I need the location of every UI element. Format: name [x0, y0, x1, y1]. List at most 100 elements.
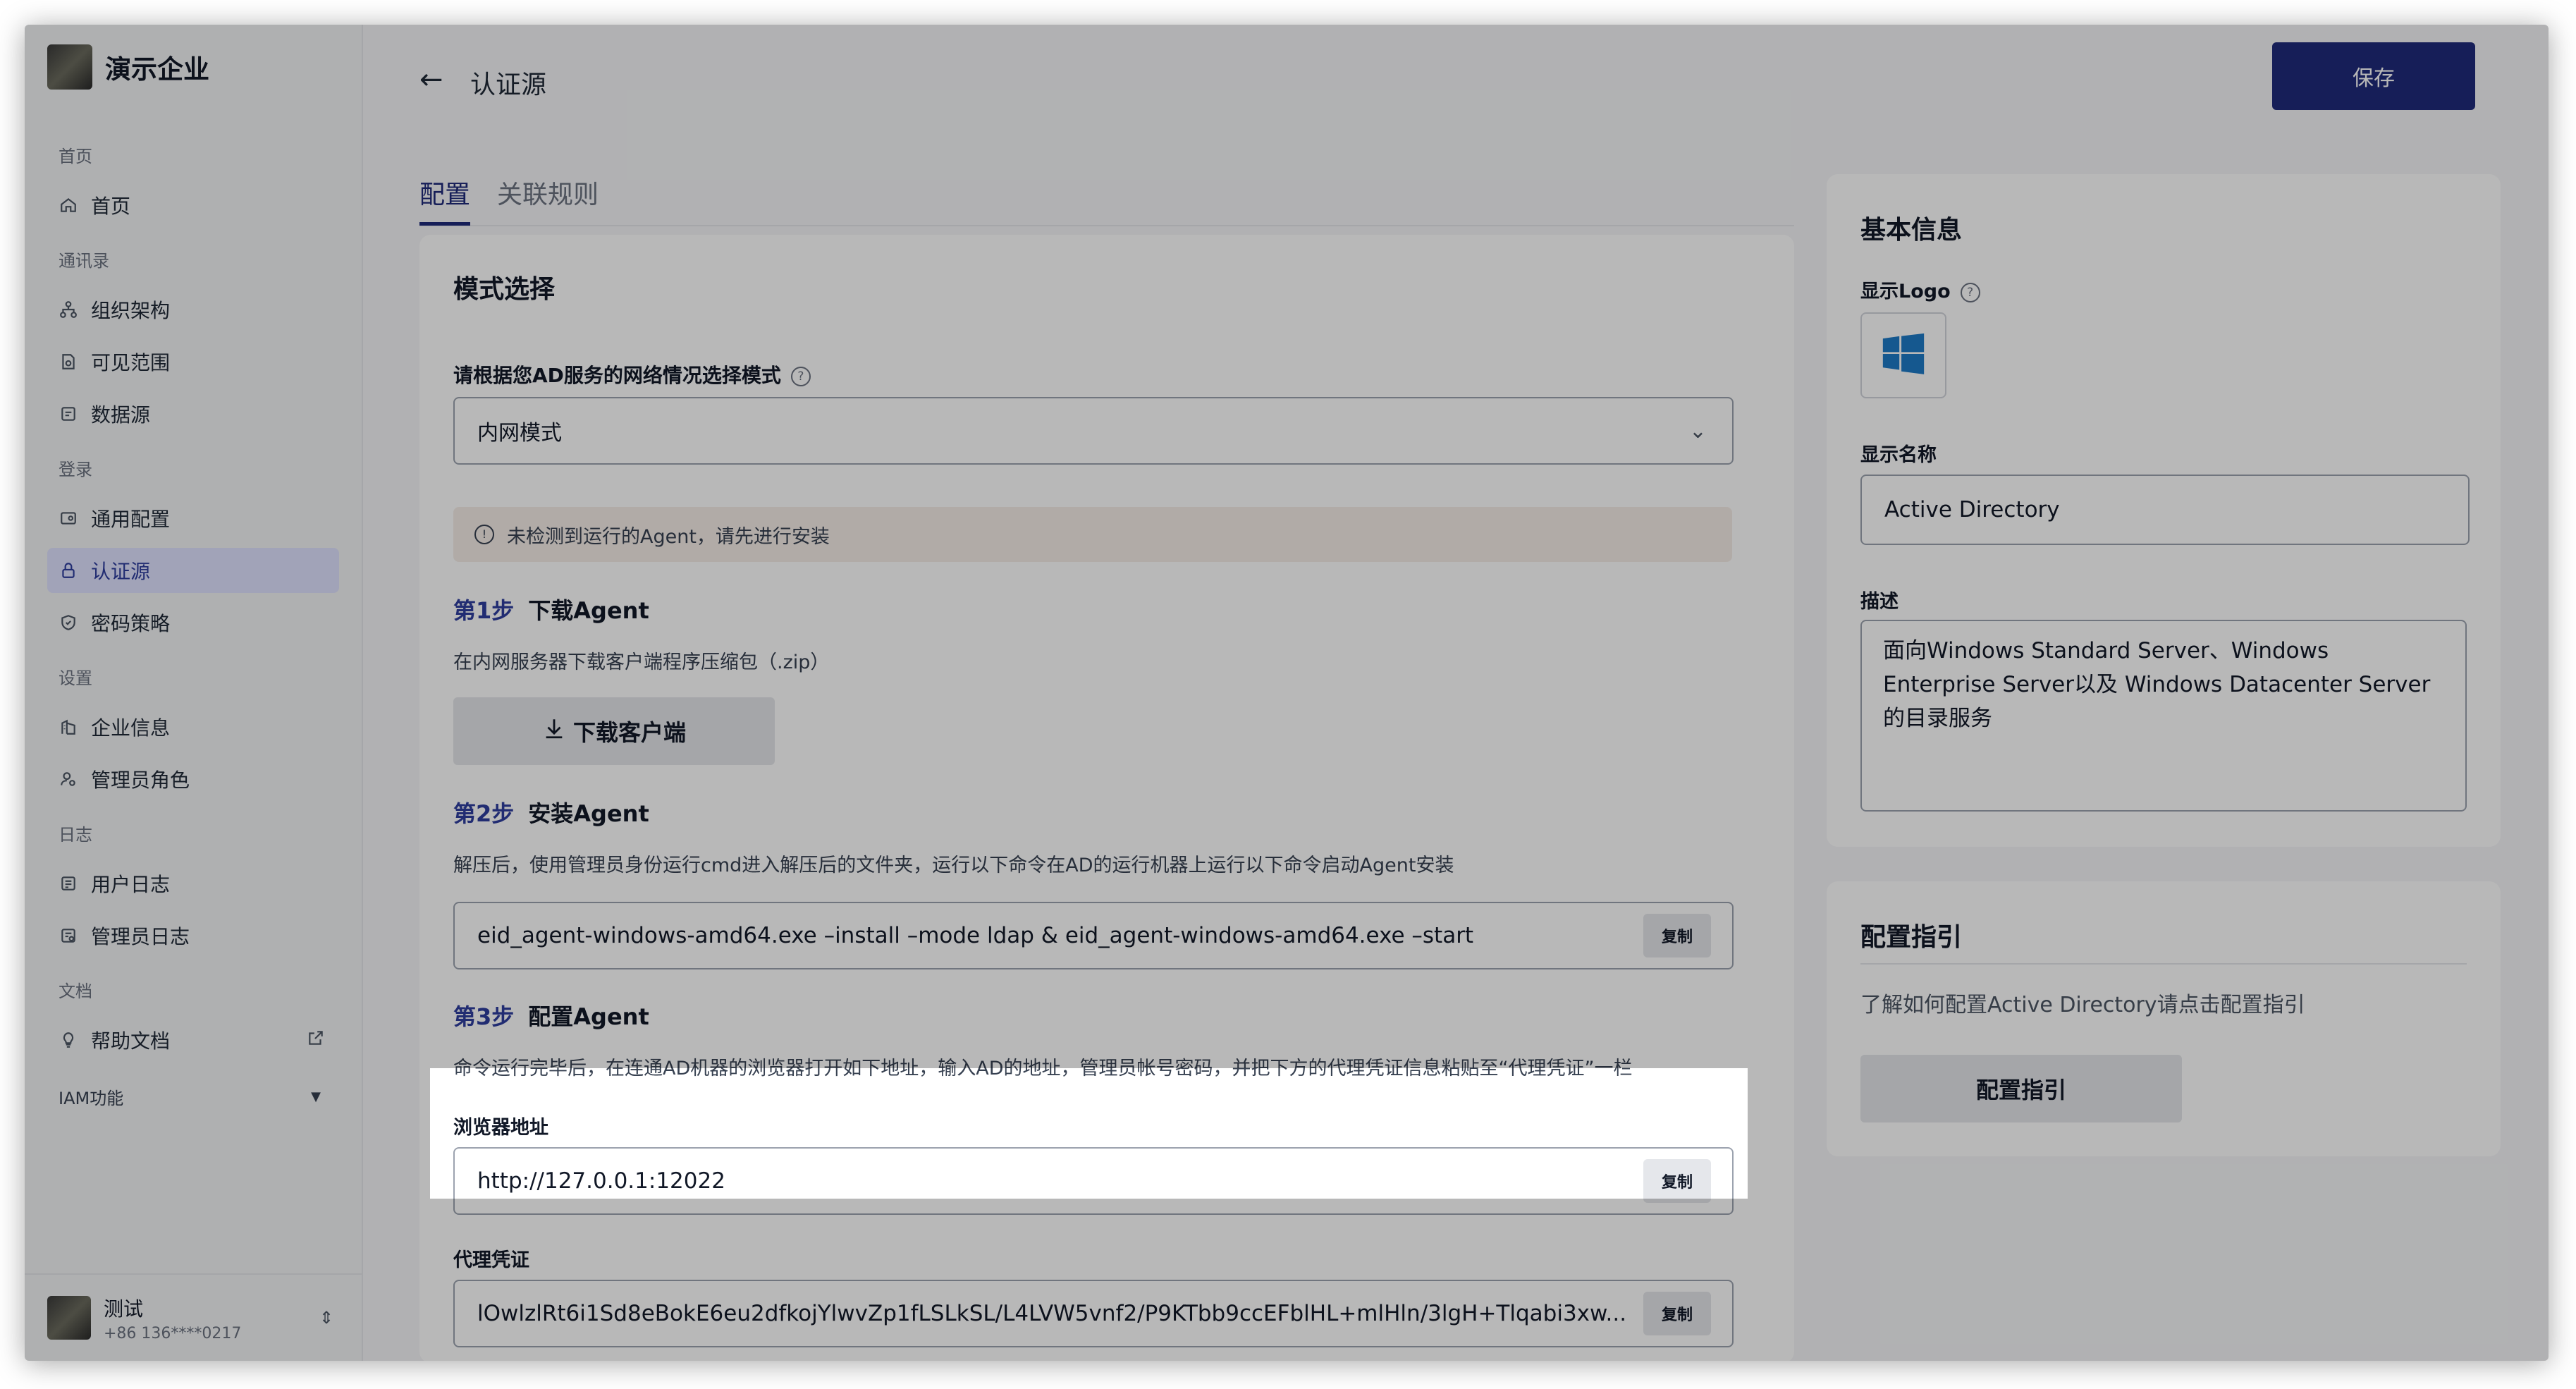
nav-group-title: 日志 — [59, 825, 92, 845]
bulb-icon — [59, 1030, 78, 1050]
sidebar-item-user-log[interactable]: 用户日志 — [47, 861, 339, 906]
active-tab-indicator — [419, 222, 470, 226]
display-name-label: 显示名称 — [1860, 444, 1937, 466]
step2-number: 第2步 — [453, 800, 515, 827]
sidebar-item-label: 组织架构 — [91, 299, 171, 322]
windows-logo-icon — [1879, 329, 1928, 381]
mode-section-title: 模式选择 — [453, 275, 556, 304]
sidebar-item-label: 用户日志 — [91, 873, 171, 896]
admin-log-icon — [59, 926, 78, 946]
logo-label: 显示Logo? — [1860, 276, 1980, 303]
sidebar-item-home[interactable]: 首页 — [47, 183, 339, 228]
browser-address-field: http://127.0.0.1:12022 复制 — [453, 1147, 1734, 1215]
logo-upload[interactable] — [1860, 312, 1946, 398]
sidebar-nav: 首页 首页 通讯录 组织架构 可见范围 数据源 登录 通用配置 认证源 密码策略… — [47, 130, 339, 1119]
nav-group-title: 首页 — [59, 147, 92, 166]
sidebar-item-visibility[interactable]: 可见范围 — [47, 339, 339, 384]
step1-number: 第1步 — [453, 597, 515, 624]
download-client-button[interactable]: 下载客户端 — [453, 697, 775, 765]
step3-number: 第3步 — [453, 1003, 515, 1030]
proxy-credential-value: lOwlzlRt6i1Sd8eBokE6eu2dfkojYlwvZp1fLSLk… — [477, 1301, 1627, 1326]
brand-logo — [47, 44, 92, 90]
display-name-input[interactable]: Active Directory — [1860, 475, 2470, 545]
sidebar-item-label: 首页 — [91, 195, 131, 218]
nav-group-title: 设置 — [59, 668, 92, 688]
sidebar: 演示企业 首页 首页 通讯录 组织架构 可见范围 数据源 登录 通用配置 认证源… — [25, 25, 363, 1361]
proxy-credential-field: lOwlzlRt6i1Sd8eBokE6eu2dfkojYlwvZp1fLSLk… — [453, 1280, 1734, 1347]
sidebar-item-label: 认证源 — [91, 560, 151, 583]
description-label: 描述 — [1860, 591, 1899, 613]
user-profile[interactable]: 测试 +86 136****0217 ⇕ — [25, 1273, 362, 1361]
sidebar-item-label: 数据源 — [91, 403, 151, 427]
browser-address-value: http://127.0.0.1:12022 — [477, 1168, 725, 1194]
mode-label-text: 请根据您AD服务的网络情况选择模式 — [453, 364, 781, 387]
guide-title: 配置指引 — [1860, 923, 1963, 952]
avatar — [47, 1296, 91, 1340]
sidebar-item-org[interactable]: 组织架构 — [47, 287, 339, 332]
iam-label: IAM功能 — [59, 1088, 124, 1108]
sidebar-item-password-policy[interactable]: 密码策略 — [47, 600, 339, 645]
tab-config[interactable]: 配置 — [419, 174, 470, 211]
sidebar-item-label: 通用配置 — [91, 508, 171, 531]
shield-icon — [59, 613, 78, 632]
step3-title-text: 配置Agent — [528, 1003, 649, 1030]
sidebar-item-label: 管理员日志 — [91, 925, 190, 948]
browser-address-label: 浏览器地址 — [453, 1117, 548, 1139]
back-arrow-icon[interactable]: ← — [419, 63, 443, 96]
agent-alert: ! 未检测到运行的Agent，请先进行安装 — [453, 507, 1732, 562]
description-textarea[interactable]: 面向Windows Standard Server、Windows Enterp… — [1860, 620, 2467, 812]
lock-icon — [59, 561, 78, 580]
info-icon: ! — [474, 525, 494, 544]
basic-info-card: 基本信息 显示Logo? 显示名称 Active Directory 描述 面向… — [1827, 174, 2501, 847]
brand-name: 演示企业 — [105, 54, 209, 85]
sidebar-item-admin-log[interactable]: 管理员日志 — [47, 913, 339, 958]
user-info: 测试 +86 136****0217 — [104, 1294, 241, 1342]
nav-group-title: 通讯录 — [59, 251, 109, 271]
copy-address-button[interactable]: 复制 — [1643, 1159, 1711, 1203]
sidebar-item-help-docs[interactable]: 帮助文档 — [47, 1017, 339, 1063]
install-command: eid_agent-windows-amd64.exe –install –mo… — [477, 923, 1474, 948]
mode-label: 请根据您AD服务的网络情况选择模式? — [453, 360, 811, 388]
datasource-icon — [59, 404, 78, 424]
user-phone: +86 136****0217 — [104, 1324, 242, 1342]
iam-dropdown[interactable]: IAM功能 ▼ — [47, 1074, 339, 1119]
save-button[interactable]: 保存 — [2272, 42, 2475, 110]
sidebar-item-datasource[interactable]: 数据源 — [47, 391, 339, 436]
chevron-down-icon: ⌄ — [1688, 418, 1707, 443]
building-icon — [59, 717, 78, 737]
help-icon[interactable]: ? — [790, 367, 811, 386]
sidebar-item-label: 企业信息 — [91, 716, 171, 740]
help-icon[interactable]: ? — [1960, 282, 1980, 302]
step3-desc: 命令运行完毕后，在连通AD机器的浏览器打开如下地址，输入AD的地址，管理员帐号密… — [453, 1058, 1633, 1079]
alert-text: 未检测到运行的Agent，请先进行安装 — [507, 525, 830, 548]
copy-command-button[interactable]: 复制 — [1643, 914, 1711, 957]
nav-group-title: 文档 — [59, 981, 92, 1001]
admin-icon — [59, 769, 78, 789]
sidebar-item-admin-roles[interactable]: 管理员角色 — [47, 757, 339, 802]
step1-title-text: 下载Agent — [528, 597, 649, 624]
step2-title: 第2步 安装Agent — [453, 796, 649, 828]
download-icon — [542, 716, 566, 746]
display-name-value: Active Directory — [1884, 497, 2060, 522]
sidebar-item-general-config[interactable]: 通用配置 — [47, 496, 339, 541]
log-icon — [59, 874, 78, 893]
config-guide-button[interactable]: 配置指引 — [1860, 1055, 2182, 1122]
home-icon — [59, 195, 78, 215]
brand[interactable]: 演示企业 — [47, 44, 209, 90]
config-card: 模式选择 请根据您AD服务的网络情况选择模式? 内网模式 ⌄ ! 未检测到运行的… — [419, 235, 1794, 1361]
mode-select[interactable]: 内网模式 ⌄ — [453, 397, 1734, 465]
nav-group-title: 登录 — [59, 460, 92, 479]
sidebar-item-auth-source[interactable]: 认证源 — [47, 548, 339, 593]
user-name: 测试 — [104, 1297, 144, 1321]
step1-desc: 在内网服务器下载客户端程序压缩包（.zip） — [453, 651, 830, 673]
sidebar-item-label: 管理员角色 — [91, 769, 190, 792]
expand-collapse-icon[interactable]: ⇕ — [319, 1308, 333, 1328]
tab-association-rules[interactable]: 关联规则 — [497, 174, 599, 211]
copy-credential-button[interactable]: 复制 — [1643, 1292, 1711, 1335]
sidebar-item-company-info[interactable]: 企业信息 — [47, 704, 339, 749]
basic-info-title: 基本信息 — [1860, 216, 1963, 245]
visibility-icon — [59, 352, 78, 372]
app-window: 演示企业 首页 首页 通讯录 组织架构 可见范围 数据源 登录 通用配置 认证源… — [25, 25, 2549, 1361]
download-client-label: 下载客户端 — [572, 720, 686, 745]
logo-label-text: 显示Logo — [1860, 281, 1951, 302]
